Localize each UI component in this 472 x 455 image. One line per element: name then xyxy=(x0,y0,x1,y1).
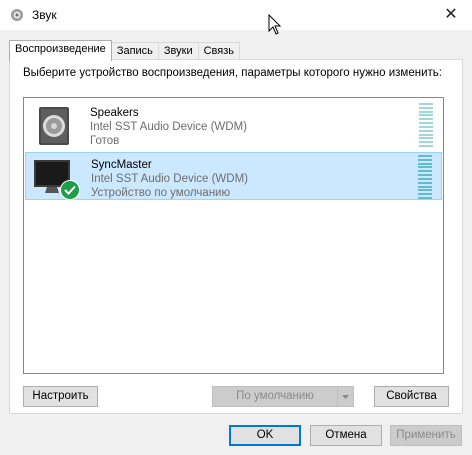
check-icon xyxy=(60,180,80,200)
cancel-button[interactable]: Отмена xyxy=(310,425,382,446)
device-name: Speakers xyxy=(90,107,139,119)
instruction-text: Выберите устройство воспроизведения, пар… xyxy=(23,67,442,79)
device-list[interactable]: Speakers Intel SST Audio Device (WDM) Го… xyxy=(23,97,444,374)
close-button[interactable]: ✕ xyxy=(440,5,462,25)
tab-playback[interactable]: Воспроизведение xyxy=(9,40,112,61)
speaker-icon xyxy=(39,107,69,145)
device-status: Готов xyxy=(90,135,120,147)
device-status: Устройство по умолчанию xyxy=(91,187,231,199)
tab-strip: Воспроизведение Запись Звуки Связь xyxy=(9,40,241,61)
tab-communications[interactable]: Связь xyxy=(197,42,241,60)
title-bar: Звук ✕ xyxy=(0,0,472,30)
device-item-syncmaster[interactable]: SyncMaster Intel SST Audio Device (WDM) … xyxy=(25,152,442,200)
chevron-down-icon[interactable] xyxy=(337,387,353,406)
window-title: Звук xyxy=(32,8,57,22)
device-driver: Intel SST Audio Device (WDM) xyxy=(91,173,249,185)
device-driver: Intel SST Audio Device (WDM) xyxy=(90,121,248,133)
mouse-cursor-icon xyxy=(268,14,282,35)
speaker-app-icon xyxy=(11,9,23,21)
device-name: SyncMaster xyxy=(91,159,152,171)
properties-button[interactable]: Свойства xyxy=(374,386,449,407)
set-default-button[interactable]: По умолчанию xyxy=(212,386,354,407)
set-default-label: По умолчанию xyxy=(236,390,314,402)
tab-recording[interactable]: Запись xyxy=(110,42,159,60)
device-item-speakers[interactable]: Speakers Intel SST Audio Device (WDM) Го… xyxy=(25,101,442,149)
volume-meter xyxy=(418,155,432,199)
tab-sounds[interactable]: Звуки xyxy=(157,42,199,60)
ok-button[interactable]: OK xyxy=(229,425,301,446)
apply-button[interactable]: Применить xyxy=(390,425,462,446)
configure-button[interactable]: Настроить xyxy=(23,386,98,407)
volume-meter xyxy=(419,103,433,147)
playback-panel: Выберите устройство воспроизведения, пар… xyxy=(9,59,463,414)
